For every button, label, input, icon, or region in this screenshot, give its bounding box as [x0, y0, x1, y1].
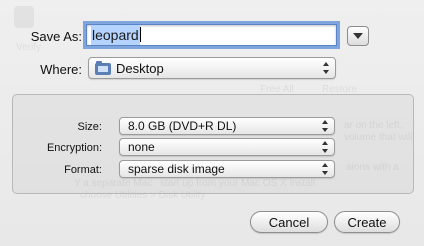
expand-browser-button[interactable]	[347, 26, 369, 46]
popup-arrows-icon	[323, 62, 331, 74]
format-popup[interactable]: sparse disk image	[119, 160, 335, 178]
format-value: sparse disk image	[128, 162, 225, 176]
encryption-popup[interactable]: none	[119, 138, 335, 156]
save-sheet: Verify Free All Restore ar on the left, …	[0, 0, 424, 246]
size-popup[interactable]: 8.0 GB (DVD+R DL)	[119, 117, 335, 135]
where-popup[interactable]: Desktop	[88, 57, 336, 79]
popup-arrows-icon	[322, 163, 330, 175]
format-label: Format:	[64, 164, 102, 176]
chevron-down-icon	[353, 33, 363, 39]
background-app-icon	[14, 6, 34, 28]
save-as-value: leopard	[91, 25, 140, 45]
encryption-label: Encryption:	[46, 142, 102, 154]
size-label: Size:	[77, 121, 102, 133]
cancel-button[interactable]: Cancel	[250, 211, 328, 233]
text-cursor	[139, 27, 141, 42]
save-as-label: Save As:	[30, 29, 82, 44]
save-as-field[interactable]: leopard	[86, 24, 337, 46]
where-label: Where:	[40, 62, 82, 77]
create-button[interactable]: Create	[334, 211, 400, 233]
size-value: 8.0 GB (DVD+R DL)	[128, 119, 237, 133]
where-value: Desktop	[116, 60, 164, 76]
popup-arrows-icon	[322, 141, 330, 153]
desktop-folder-icon	[95, 61, 111, 75]
encryption-value: none	[128, 140, 155, 154]
popup-arrows-icon	[322, 120, 330, 132]
